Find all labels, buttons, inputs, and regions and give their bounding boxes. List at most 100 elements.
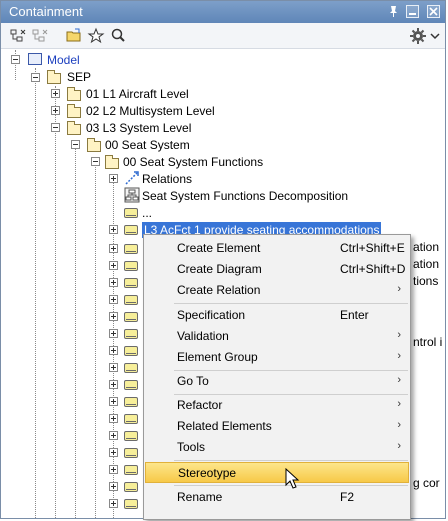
tree-item-l2[interactable]: 02 L2 Multisystem Level bbox=[86, 103, 215, 119]
submenu-arrow-icon: › bbox=[397, 350, 401, 362]
menu-separator bbox=[174, 303, 408, 304]
tree-toggle[interactable] bbox=[109, 414, 118, 423]
menu-item-create-relation[interactable]: Create Relation › bbox=[145, 280, 409, 301]
tree-toggle[interactable] bbox=[109, 312, 118, 321]
tree-item-text: tions bbox=[413, 274, 439, 288]
tree-toggle[interactable] bbox=[109, 448, 118, 457]
menu-item-rename[interactable]: Rename F2 bbox=[145, 487, 409, 508]
menu-item-shortcut: Ctrl+Shift+E bbox=[340, 241, 405, 255]
tree-item-text: ntrol i bbox=[413, 335, 443, 349]
function-icon bbox=[124, 363, 138, 373]
chevron-down-icon[interactable] bbox=[429, 27, 445, 45]
menu-item-validation[interactable]: Validation › bbox=[145, 326, 409, 347]
function-icon bbox=[124, 397, 138, 407]
collapse-all-icon[interactable] bbox=[9, 27, 27, 45]
function-icon bbox=[124, 329, 138, 339]
menu-item-stereotype[interactable]: Stereotype bbox=[145, 462, 409, 483]
minimize-icon[interactable] bbox=[406, 5, 419, 18]
open-folder-icon[interactable] bbox=[65, 27, 83, 45]
tree-toggle[interactable] bbox=[109, 363, 118, 372]
function-icon bbox=[124, 499, 138, 509]
tree-item-sep[interactable]: SEP bbox=[67, 69, 91, 85]
function-icon bbox=[124, 225, 138, 235]
relations-icon bbox=[124, 170, 140, 186]
close-icon[interactable] bbox=[427, 5, 440, 18]
tree-item-model[interactable]: Model bbox=[47, 52, 80, 68]
function-icon bbox=[124, 312, 138, 322]
mouse-cursor-icon bbox=[285, 467, 301, 490]
tree-item-decomposition[interactable]: Seat System Functions Decomposition bbox=[142, 188, 348, 204]
tree-item-ellipsis[interactable]: ... bbox=[142, 205, 152, 221]
tree-toggle[interactable] bbox=[109, 295, 118, 304]
menu-item-element-group[interactable]: Element Group › bbox=[145, 347, 409, 368]
panel-titlebar[interactable]: Containment bbox=[1, 1, 445, 23]
tree-toggle-seat-functions[interactable] bbox=[91, 157, 100, 166]
tree-toggle-selected[interactable] bbox=[109, 225, 118, 234]
tree-toggle-seat-system[interactable] bbox=[71, 140, 80, 149]
menu-item-create-element[interactable]: Create Element Ctrl+Shift+E bbox=[145, 238, 409, 259]
package-icon bbox=[67, 87, 81, 101]
tree-toggle[interactable] bbox=[109, 465, 118, 474]
menu-item-label: Tools bbox=[177, 440, 206, 454]
panel-toolbar bbox=[1, 23, 445, 49]
element-icon bbox=[124, 208, 138, 218]
menu-item-label: Create Element bbox=[177, 241, 261, 255]
function-icon bbox=[124, 431, 138, 441]
function-icon bbox=[124, 244, 138, 254]
package-icon bbox=[87, 138, 101, 152]
tree-item-l3[interactable]: 03 L3 System Level bbox=[86, 120, 191, 136]
panel-title: Containment bbox=[9, 4, 83, 19]
function-icon bbox=[124, 465, 138, 475]
expand-all-icon[interactable] bbox=[31, 27, 49, 45]
menu-item-label: Element Group bbox=[177, 350, 258, 364]
tree-toggle-sep[interactable] bbox=[31, 73, 40, 82]
package-icon bbox=[47, 70, 61, 84]
submenu-arrow-icon: › bbox=[397, 374, 401, 386]
pin-icon[interactable] bbox=[387, 5, 400, 18]
menu-item-specification[interactable]: Specification Enter bbox=[145, 305, 409, 326]
tree-toggle[interactable] bbox=[109, 244, 118, 253]
menu-separator bbox=[174, 460, 408, 461]
menu-item-label: Create Relation bbox=[177, 283, 261, 297]
tree-toggle[interactable] bbox=[109, 431, 118, 440]
tree-toggle[interactable] bbox=[109, 482, 118, 491]
tree-toggle[interactable] bbox=[109, 261, 118, 270]
tree-item-text: g cor bbox=[413, 476, 440, 490]
menu-item-refactor[interactable]: Refactor › bbox=[145, 395, 409, 416]
tree-toggle[interactable] bbox=[109, 397, 118, 406]
tree-item-text: ation bbox=[413, 240, 440, 254]
menu-item-shortcut: Ctrl+Shift+D bbox=[340, 262, 406, 276]
tree-toggle-l3[interactable] bbox=[51, 123, 60, 132]
tree-toggle[interactable] bbox=[109, 380, 118, 389]
menu-item-create-diagram[interactable]: Create Diagram Ctrl+Shift+D bbox=[145, 259, 409, 280]
function-icon bbox=[124, 482, 138, 492]
menu-item-go-to[interactable]: Go To › bbox=[145, 371, 409, 392]
tree-toggle[interactable] bbox=[109, 278, 118, 287]
gear-icon[interactable] bbox=[409, 27, 427, 45]
star-icon[interactable] bbox=[87, 27, 105, 45]
submenu-arrow-icon: › bbox=[397, 419, 401, 431]
menu-item-tools[interactable]: Tools › bbox=[145, 437, 409, 458]
tree-toggle-l1[interactable] bbox=[51, 89, 60, 98]
tree-item-l1[interactable]: 01 L1 Aircraft Level bbox=[86, 86, 189, 102]
submenu-arrow-icon: › bbox=[397, 329, 401, 341]
tree-item-seat-functions[interactable]: 00 Seat System Functions bbox=[123, 154, 263, 170]
submenu-arrow-icon: › bbox=[397, 440, 401, 452]
tree-item-seat-system[interactable]: 00 Seat System bbox=[105, 137, 190, 153]
function-icon bbox=[124, 346, 138, 356]
tree-toggle-relations[interactable] bbox=[109, 174, 118, 183]
model-icon bbox=[28, 53, 42, 65]
tree-item-relations[interactable]: Relations bbox=[142, 171, 192, 187]
menu-item-related-elements[interactable]: Related Elements › bbox=[145, 416, 409, 437]
tree-toggle[interactable] bbox=[109, 499, 118, 508]
function-icon bbox=[124, 414, 138, 424]
tree-toggle-l2[interactable] bbox=[51, 106, 60, 115]
search-icon[interactable] bbox=[109, 27, 127, 45]
tree-toggle[interactable] bbox=[109, 346, 118, 355]
function-icon bbox=[124, 261, 138, 271]
tree-item-text: ation bbox=[413, 257, 440, 271]
tree-toggle-model[interactable] bbox=[11, 55, 20, 64]
tree-toggle[interactable] bbox=[109, 329, 118, 338]
function-icon bbox=[124, 278, 138, 288]
menu-item-label: Create Diagram bbox=[177, 262, 262, 276]
